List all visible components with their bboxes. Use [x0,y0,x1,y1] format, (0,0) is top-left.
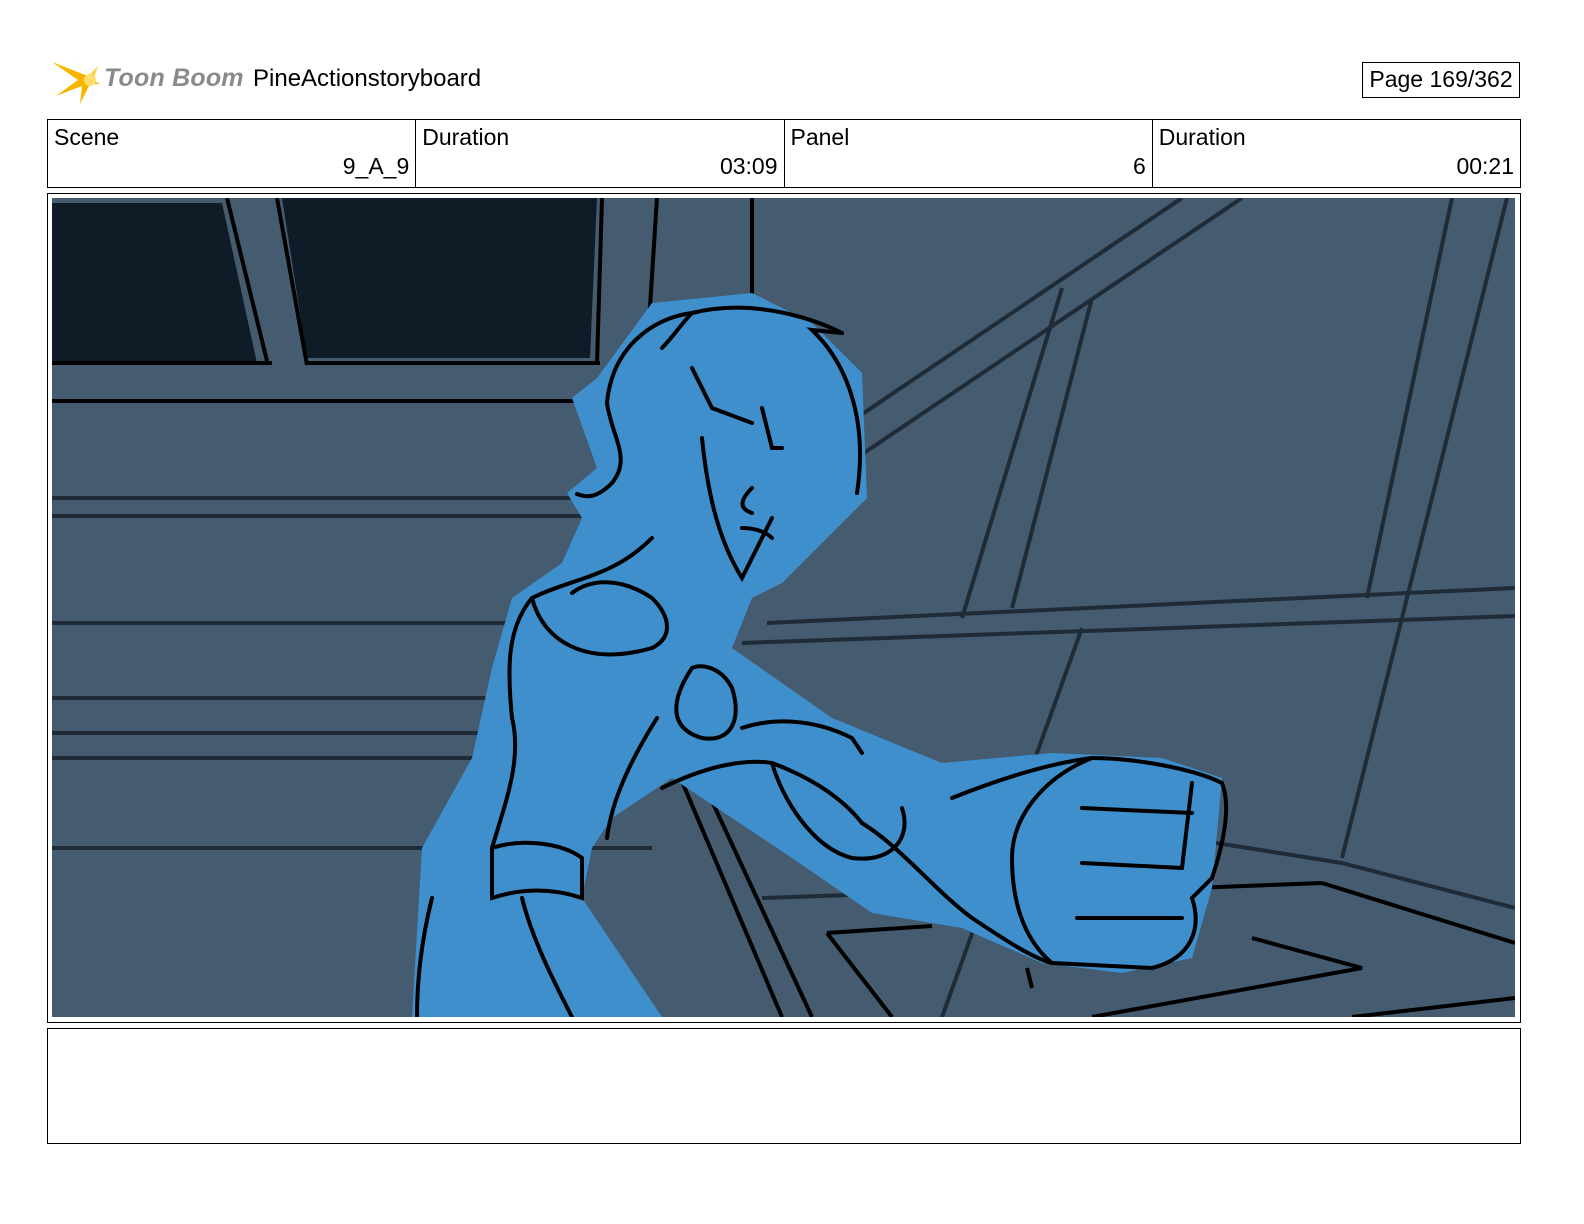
panel-duration-value: 00:21 [1456,153,1514,179]
panel-label: Panel [790,124,850,150]
page-number: Page 169/362 [1362,62,1520,98]
scene-label: Scene [54,124,120,150]
scene-duration-value: 03:09 [719,153,778,179]
starburst-icon [52,56,100,104]
panel-frame [47,193,1521,1023]
storyboard-drawing [52,198,1515,1017]
logo-wordmark: Toon Boom [104,64,244,92]
scene-value: 9_A_9 [342,153,410,179]
project-title: PineActionstoryboard [253,65,482,92]
scene-duration-label: Duration [422,124,510,150]
scene-duration-cell: Duration 03:09 [416,120,785,187]
dark-window-right [282,198,597,358]
panel-duration-label: Duration [1158,124,1246,150]
notes-box [47,1028,1521,1144]
scene-cell: Scene 9_A_9 [48,120,417,187]
dark-window-left [52,203,257,363]
panel-duration-cell: Duration 00:21 [1153,120,1520,187]
scene-info-table: Scene 9_A_9 Duration 03:09 Panel 6 Durat… [47,119,1521,188]
panel-cell: Panel 6 [785,120,1153,187]
panel-value: 6 [1132,153,1146,179]
